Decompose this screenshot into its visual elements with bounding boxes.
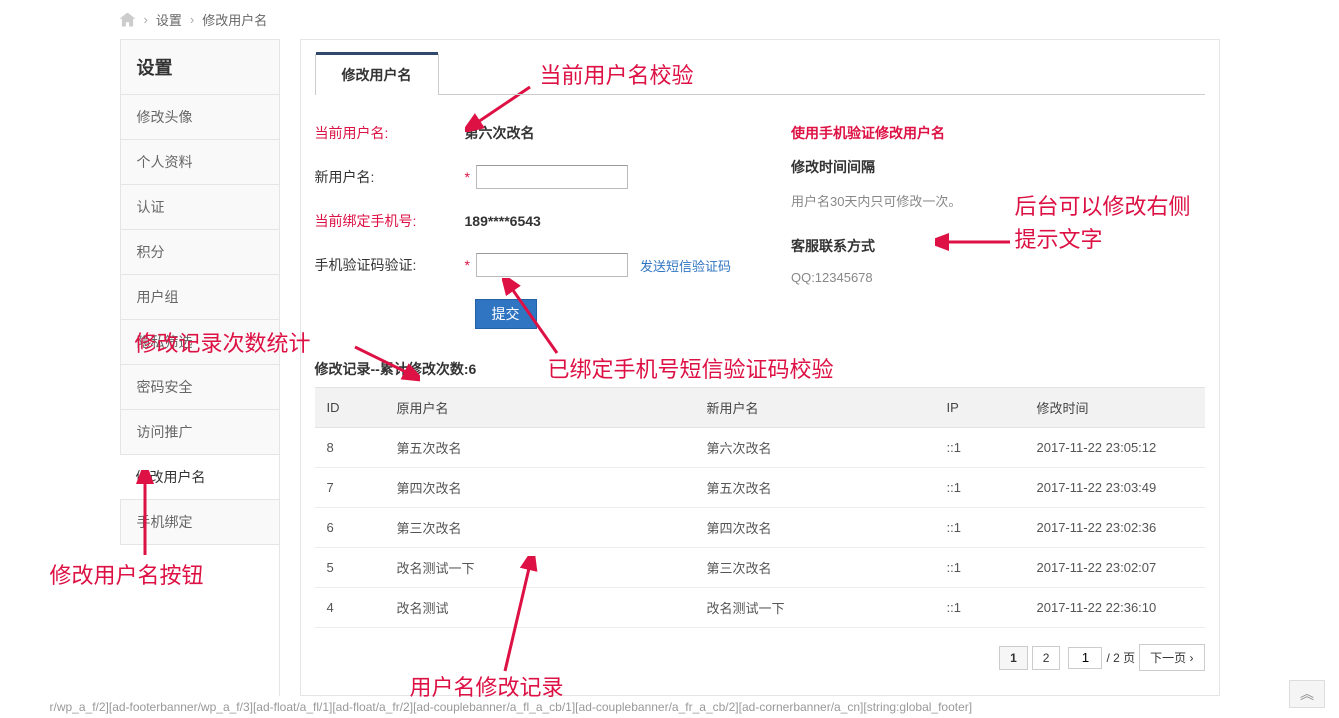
table-cell: 5 [315, 548, 385, 588]
table-cell: 7 [315, 468, 385, 508]
col-old: 原用户名 [385, 388, 695, 428]
col-new: 新用户名 [695, 388, 935, 428]
sidebar-item-profile[interactable]: 个人资料 [120, 140, 279, 185]
sidebar-item-label: 密码安全 [137, 379, 193, 395]
table-cell: 第三次改名 [385, 508, 695, 548]
table-cell: 改名测试 [385, 588, 695, 628]
chevron-up-icon: ︽ [1300, 684, 1314, 704]
tab-label: 修改用户名 [342, 67, 412, 83]
table-row: 5改名测试一下第三次改名::12017-11-22 23:02:07 [315, 548, 1205, 588]
sidebar: 设置 修改头像 个人资料 认证 积分 用户组 隐私筛选 密码安全 访问推广 修改… [120, 39, 280, 696]
chevron-right-icon: › [1190, 651, 1194, 665]
table-row: 6第三次改名第四次改名::12017-11-22 23:02:36 [315, 508, 1205, 548]
tips-service-label: 客服联系方式 [791, 236, 961, 256]
sidebar-item-username[interactable]: 修改用户名 [120, 455, 279, 500]
breadcrumb-settings[interactable]: 设置 [156, 10, 182, 29]
sms-code-input[interactable] [476, 253, 628, 277]
new-username-label: 新用户名: [315, 167, 465, 187]
tips-service-text: QQ:12345678 [791, 270, 961, 285]
sidebar-item-label: 隐私筛选 [137, 334, 193, 350]
table-cell: 4 [315, 588, 385, 628]
tab-change-username[interactable]: 修改用户名 [315, 54, 439, 95]
table-cell: 2017-11-22 23:05:12 [1025, 428, 1205, 468]
home-icon[interactable] [120, 13, 136, 27]
send-sms-link[interactable]: 发送短信验证码 [640, 256, 731, 275]
tips-title: 使用手机验证修改用户名 [791, 123, 961, 143]
submit-button[interactable]: 提交 [475, 299, 537, 329]
table-cell: 第四次改名 [695, 508, 935, 548]
table-cell: ::1 [935, 548, 1025, 588]
history-title: 修改记录--累计修改次数:6 [315, 359, 1205, 379]
sidebar-item-password[interactable]: 密码安全 [120, 365, 279, 410]
table-cell: 6 [315, 508, 385, 548]
new-username-input[interactable] [476, 165, 628, 189]
current-username-label: 当前用户名: [315, 123, 465, 143]
sidebar-item-label: 访问推广 [137, 424, 193, 440]
table-cell: ::1 [935, 428, 1025, 468]
col-id: ID [315, 388, 385, 428]
sidebar-item-privacy[interactable]: 隐私筛选 [120, 320, 279, 365]
sidebar-item-verify[interactable]: 认证 [120, 185, 279, 230]
sidebar-item-avatar[interactable]: 修改头像 [120, 95, 279, 140]
main-panel: 修改用户名 当前用户名: 第六次改名 新用户名: * 当前绑定手机号: 189* [300, 39, 1220, 696]
page-total: / 2 页 [1106, 649, 1135, 666]
required-star: * [465, 257, 470, 273]
page-2[interactable]: 2 [1032, 646, 1061, 670]
table-cell: 第五次改名 [385, 428, 695, 468]
sidebar-title: 设置 [120, 40, 279, 95]
sidebar-item-label: 积分 [137, 244, 165, 260]
sidebar-item-promotion[interactable]: 访问推广 [120, 410, 279, 455]
table-cell: 改名测试一下 [385, 548, 695, 588]
sidebar-item-label: 认证 [137, 199, 165, 215]
breadcrumb: › 设置 › 修改用户名 [50, 0, 1290, 39]
page-1[interactable]: 1 [999, 646, 1028, 670]
sidebar-item-label: 用户组 [137, 289, 179, 305]
table-cell: 第五次改名 [695, 468, 935, 508]
table-cell: 2017-11-22 22:36:10 [1025, 588, 1205, 628]
table-cell: ::1 [935, 588, 1025, 628]
bound-phone-label: 当前绑定手机号: [315, 211, 465, 231]
table-row: 7第四次改名第五次改名::12017-11-22 23:03:49 [315, 468, 1205, 508]
scroll-to-top[interactable]: ︽ [1289, 680, 1325, 708]
table-row: 8第五次改名第六次改名::12017-11-22 23:05:12 [315, 428, 1205, 468]
page-input[interactable] [1068, 647, 1102, 669]
breadcrumb-current: 修改用户名 [202, 10, 267, 29]
next-page[interactable]: 下一页 › [1139, 644, 1204, 671]
sidebar-item-label: 修改用户名 [136, 469, 206, 485]
sidebar-item-groups[interactable]: 用户组 [120, 275, 279, 320]
table-cell: 2017-11-22 23:03:49 [1025, 468, 1205, 508]
table-cell: 第四次改名 [385, 468, 695, 508]
history-table: ID 原用户名 新用户名 IP 修改时间 8第五次改名第六次改名::12017-… [315, 387, 1205, 628]
current-username-value: 第六次改名 [465, 123, 535, 143]
footer-debug-text: r/wp_a_f/2][ad-footerbanner/wp_a_f/3][ad… [50, 696, 1290, 718]
table-cell: 2017-11-22 23:02:36 [1025, 508, 1205, 548]
table-cell: 第三次改名 [695, 548, 935, 588]
bound-phone-value: 189****6543 [465, 213, 541, 229]
col-ip: IP [935, 388, 1025, 428]
sidebar-item-label: 个人资料 [137, 154, 193, 170]
table-cell: 2017-11-22 23:02:07 [1025, 548, 1205, 588]
col-time: 修改时间 [1025, 388, 1205, 428]
sidebar-item-label: 修改头像 [137, 109, 193, 125]
sidebar-item-label: 手机绑定 [137, 514, 193, 530]
sidebar-item-bind-phone[interactable]: 手机绑定 [120, 500, 279, 545]
tips-interval-text: 用户名30天内只可修改一次。 [791, 191, 961, 210]
required-star: * [465, 169, 470, 185]
table-cell: 改名测试一下 [695, 588, 935, 628]
table-cell: 8 [315, 428, 385, 468]
sidebar-item-points[interactable]: 积分 [120, 230, 279, 275]
table-cell: ::1 [935, 508, 1025, 548]
table-cell: ::1 [935, 468, 1025, 508]
chevron-right-icon: › [144, 12, 148, 27]
pagination: 1 2 / 2 页 下一页 › [315, 644, 1205, 671]
chevron-right-icon: › [190, 12, 194, 27]
tips-interval-label: 修改时间间隔 [791, 157, 961, 177]
table-row: 4改名测试改名测试一下::12017-11-22 22:36:10 [315, 588, 1205, 628]
table-cell: 第六次改名 [695, 428, 935, 468]
sms-code-label: 手机验证码验证: [315, 255, 465, 275]
